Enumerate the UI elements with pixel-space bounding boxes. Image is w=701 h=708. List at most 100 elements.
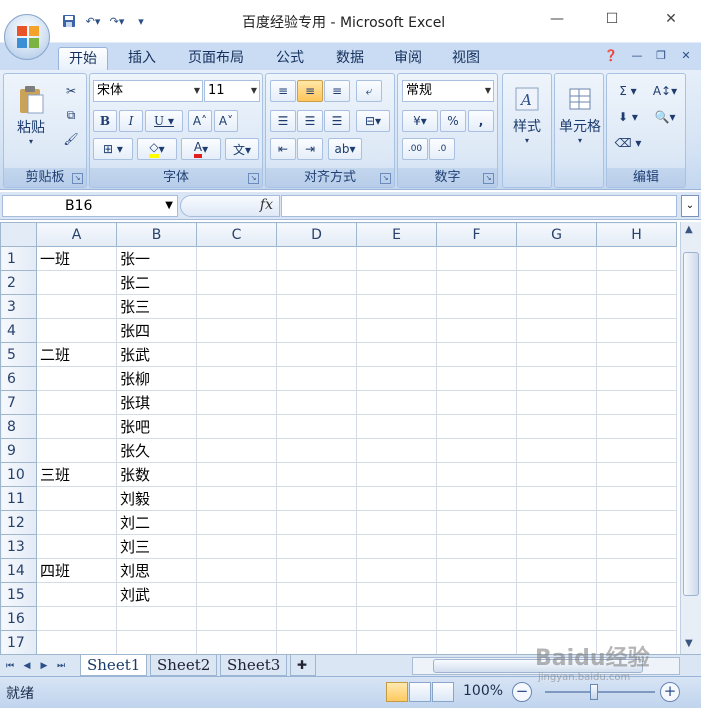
underline-button[interactable]: U ▾ xyxy=(145,110,183,132)
horizontal-scroll-thumb[interactable] xyxy=(433,659,643,673)
row-header[interactable]: 11 xyxy=(0,486,37,511)
vertical-scrollbar[interactable]: ▲ ▼ xyxy=(680,222,701,654)
cell-c14[interactable] xyxy=(196,558,277,583)
cell-c2[interactable] xyxy=(196,270,277,295)
cell-f17[interactable] xyxy=(436,630,517,654)
zoom-out-button[interactable]: − xyxy=(512,682,532,702)
scroll-down-icon[interactable]: ▼ xyxy=(685,638,693,649)
cell-g17[interactable] xyxy=(516,630,597,654)
cell-e17[interactable] xyxy=(356,630,437,654)
cell-c16[interactable] xyxy=(196,606,277,631)
tab-view[interactable]: 视图 xyxy=(442,47,490,71)
cell-h12[interactable] xyxy=(596,510,677,535)
zoom-level[interactable]: 100% xyxy=(463,683,503,699)
shrink-font-icon[interactable]: A˅ xyxy=(214,110,238,132)
clear-icon[interactable]: ⌫ ▾ xyxy=(611,132,645,154)
cell-c7[interactable] xyxy=(196,390,277,415)
font-name-select[interactable]: 宋体 ▼ xyxy=(93,80,203,102)
cell-e9[interactable] xyxy=(356,438,437,463)
find-select-icon[interactable]: 🔍▾ xyxy=(647,106,683,128)
cut-icon[interactable]: ✂ xyxy=(60,80,82,102)
save-icon[interactable] xyxy=(58,11,80,31)
next-sheet-icon[interactable]: ▶ xyxy=(37,658,51,674)
page-layout-view-icon[interactable] xyxy=(409,682,431,702)
vertical-scroll-thumb[interactable] xyxy=(683,252,699,596)
cell-f4[interactable] xyxy=(436,318,517,343)
borders-icon[interactable]: ⊞ ▾ xyxy=(93,138,133,160)
phonetic-icon[interactable]: 文▾ xyxy=(225,138,259,160)
row-header[interactable]: 8 xyxy=(0,414,37,439)
cell-e16[interactable] xyxy=(356,606,437,631)
cell-a14[interactable]: 四班 xyxy=(36,558,117,583)
align-right-icon[interactable]: ☰ xyxy=(324,110,350,132)
comma-button[interactable]: , xyxy=(468,110,494,132)
cell-h1[interactable] xyxy=(596,246,677,271)
format-painter-icon[interactable]: 🖌 xyxy=(60,128,82,150)
fill-color-icon[interactable]: ◇ ▾ xyxy=(137,138,177,160)
cell-h17[interactable] xyxy=(596,630,677,654)
minimize-icon[interactable]: — xyxy=(542,8,572,30)
cell-a5[interactable]: 二班 xyxy=(36,342,117,367)
help-icon[interactable]: ❓ xyxy=(602,49,620,65)
accounting-format-icon[interactable]: ¥▾ xyxy=(402,110,438,132)
tab-review[interactable]: 审阅 xyxy=(384,47,432,71)
cell-f8[interactable] xyxy=(436,414,517,439)
number-format-select[interactable]: 常规 ▼ xyxy=(402,80,494,102)
cell-b17[interactable] xyxy=(116,630,197,654)
redo-icon[interactable]: ↷▾ xyxy=(106,11,128,31)
ribbon-close-icon[interactable]: ✕ xyxy=(677,49,695,65)
cell-c11[interactable] xyxy=(196,486,277,511)
cell-a12[interactable] xyxy=(36,510,117,535)
cell-c8[interactable] xyxy=(196,414,277,439)
cell-b11[interactable]: 刘毅 xyxy=(116,486,197,511)
row-header[interactable]: 12 xyxy=(0,510,37,535)
scroll-up-icon[interactable]: ▲ xyxy=(685,224,693,235)
cell-b12[interactable]: 刘二 xyxy=(116,510,197,535)
column-header[interactable]: F xyxy=(436,222,517,247)
cell-c13[interactable] xyxy=(196,534,277,559)
copy-icon[interactable]: ⧉ xyxy=(60,104,82,126)
office-button[interactable] xyxy=(4,14,50,60)
cell-h10[interactable] xyxy=(596,462,677,487)
cell-f7[interactable] xyxy=(436,390,517,415)
cell-a10[interactable]: 三班 xyxy=(36,462,117,487)
prev-sheet-icon[interactable]: ◀ xyxy=(20,658,34,674)
cell-e4[interactable] xyxy=(356,318,437,343)
row-header[interactable]: 5 xyxy=(0,342,37,367)
styles-button[interactable]: A 样式 ▾ xyxy=(507,80,547,150)
cell-a16[interactable] xyxy=(36,606,117,631)
cell-h15[interactable] xyxy=(596,582,677,607)
cell-a7[interactable] xyxy=(36,390,117,415)
cell-h14[interactable] xyxy=(596,558,677,583)
cell-f3[interactable] xyxy=(436,294,517,319)
tab-data[interactable]: 数据 xyxy=(326,47,374,71)
cell-g3[interactable] xyxy=(516,294,597,319)
font-color-icon[interactable]: A ▾ xyxy=(181,138,221,160)
merge-center-icon[interactable]: ⊟▾ xyxy=(356,110,390,132)
cell-h5[interactable] xyxy=(596,342,677,367)
cell-g6[interactable] xyxy=(516,366,597,391)
tab-home[interactable]: 开始 xyxy=(58,47,108,71)
cell-d4[interactable] xyxy=(276,318,357,343)
cell-c9[interactable] xyxy=(196,438,277,463)
expand-formula-bar-icon[interactable]: ⌄ xyxy=(681,195,699,217)
cell-b6[interactable]: 张柳 xyxy=(116,366,197,391)
customize-icon[interactable]: ▾ xyxy=(130,11,152,31)
cell-a8[interactable] xyxy=(36,414,117,439)
align-left-icon[interactable]: ☰ xyxy=(270,110,296,132)
dialog-launcher-icon[interactable]: ↘ xyxy=(380,173,391,184)
cell-d16[interactable] xyxy=(276,606,357,631)
cell-c1[interactable] xyxy=(196,246,277,271)
cell-f6[interactable] xyxy=(436,366,517,391)
maximize-icon[interactable]: ☐ xyxy=(597,8,627,30)
cell-c3[interactable] xyxy=(196,294,277,319)
cell-c12[interactable] xyxy=(196,510,277,535)
cell-c6[interactable] xyxy=(196,366,277,391)
cell-f16[interactable] xyxy=(436,606,517,631)
cell-d3[interactable] xyxy=(276,294,357,319)
fill-icon[interactable]: ⬇ ▾ xyxy=(611,106,645,128)
cell-h2[interactable] xyxy=(596,270,677,295)
increase-indent-icon[interactable]: ⇥ xyxy=(297,138,323,160)
cell-b2[interactable]: 张二 xyxy=(116,270,197,295)
align-center-icon[interactable]: ☰ xyxy=(297,110,323,132)
